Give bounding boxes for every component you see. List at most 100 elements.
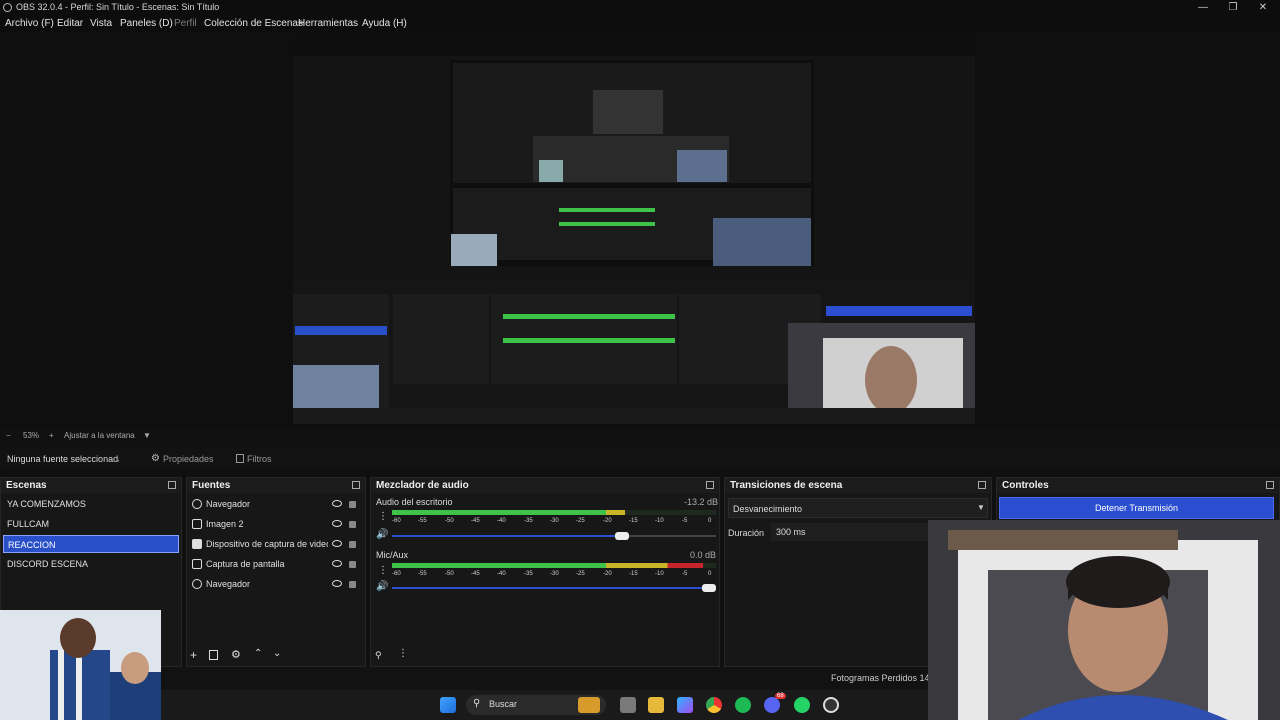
meter-tick-label: -40	[497, 571, 506, 577]
transition-select-value: Desvanecimiento	[733, 504, 803, 514]
undock-icon[interactable]	[706, 481, 714, 489]
transitions-title: Transiciones de escena	[725, 478, 991, 493]
kebab-menu-icon[interactable]: ⋮	[378, 511, 388, 522]
title-bar: OBS 32.0.4 - Perfil: Sin Título - Escena…	[0, 0, 1280, 15]
undock-icon[interactable]	[1266, 481, 1274, 489]
gear-icon[interactable]: ⚙	[231, 648, 241, 661]
duration-value: 300 ms	[776, 527, 806, 537]
speaker-icon[interactable]: 🔊	[376, 581, 388, 592]
volume-handle-mic[interactable]	[702, 584, 716, 592]
widget-icon	[578, 697, 600, 713]
globe-icon	[192, 579, 202, 589]
meter-tick-label: -25	[576, 571, 585, 577]
scene-item-ya-comenzamos[interactable]: YA COMENZAMOS	[3, 495, 179, 513]
lock-icon[interactable]	[349, 581, 356, 588]
undock-icon[interactable]	[352, 481, 360, 489]
level-fill-desktop	[392, 510, 625, 515]
maximize-button[interactable]: ❐	[1218, 1, 1248, 14]
meter-tick-label: 0	[708, 518, 712, 524]
speaker-icon[interactable]: 🔊	[376, 529, 388, 540]
eye-icon[interactable]	[332, 520, 342, 527]
close-button[interactable]: ✕	[1248, 1, 1278, 14]
lock-icon[interactable]	[349, 541, 356, 548]
menu-perfil[interactable]: Perfil	[174, 18, 197, 29]
stop-stream-button[interactable]: Detener Transmisión	[999, 497, 1274, 519]
menu-ayuda[interactable]: Ayuda (H)	[362, 18, 407, 29]
meter-tick-label: -40	[497, 518, 506, 524]
duration-input[interactable]: 300 ms	[771, 523, 931, 541]
windows-start-icon[interactable]	[440, 697, 456, 713]
copilot-icon[interactable]	[677, 697, 693, 713]
taskbar-search[interactable]: ⚲ Buscar	[466, 695, 606, 715]
fit-window-select[interactable]: Ajustar a la ventana	[64, 431, 135, 440]
eye-icon[interactable]	[332, 500, 342, 507]
controls-title: Controles	[997, 478, 1279, 493]
zoom-bar: − 53% + Ajustar a la ventana ▼	[0, 429, 1280, 443]
spotify-icon[interactable]	[735, 697, 751, 713]
menu-paneles[interactable]: Paneles (D)	[120, 18, 173, 29]
undock-icon[interactable]	[978, 481, 986, 489]
eye-icon[interactable]	[332, 540, 342, 547]
eye-icon[interactable]	[332, 560, 342, 567]
scene-item-fullcam[interactable]: FULLCAM	[3, 515, 179, 533]
menu-herramientas[interactable]: Herramientas	[298, 18, 358, 29]
source-label: Navegador	[206, 499, 251, 509]
zoom-in-button[interactable]: +	[49, 431, 54, 440]
chrome-icon[interactable]	[706, 697, 722, 713]
transition-select[interactable]: Desvanecimiento ▼	[728, 498, 988, 518]
discord-icon[interactable]	[764, 697, 780, 713]
menu-vista[interactable]: Vista	[90, 18, 112, 29]
meter-tick-label: -20	[603, 571, 612, 577]
move-up-icon[interactable]: ⌃	[254, 648, 262, 659]
source-item[interactable]: Captura de pantalla	[189, 555, 364, 573]
trash-icon[interactable]	[209, 650, 218, 660]
properties-button[interactable]: Propiedades	[163, 454, 214, 464]
eye-icon[interactable]	[332, 580, 342, 587]
source-item[interactable]: Dispositivo de captura de video	[189, 535, 364, 553]
obs-icon[interactable]	[823, 697, 839, 713]
lock-icon[interactable]	[349, 521, 356, 528]
filters-button[interactable]: Filtros	[247, 454, 272, 464]
kebab-menu-icon[interactable]: ⋮	[398, 648, 408, 659]
chevron-down-icon[interactable]: ▼	[143, 431, 151, 440]
source-label: Imagen 2	[206, 519, 244, 529]
lock-icon[interactable]	[349, 501, 356, 508]
volume-handle-desktop[interactable]	[615, 532, 629, 540]
source-label: Captura de pantalla	[206, 559, 285, 569]
meter-tick-label: -30	[550, 571, 559, 577]
menu-coleccion-escenas[interactable]: Colección de Escenas	[204, 18, 303, 29]
window-title: OBS 32.0.4 - Perfil: Sin Título - Escena…	[16, 2, 220, 12]
image-icon	[192, 519, 202, 529]
kebab-menu-icon[interactable]: ⋮	[378, 565, 388, 576]
whatsapp-icon[interactable]	[794, 697, 810, 713]
source-item[interactable]: Navegador	[189, 575, 364, 593]
monitor-icon	[192, 559, 202, 569]
move-down-icon[interactable]: ⌄	[273, 648, 281, 659]
webcam-overlay-image	[928, 520, 1280, 720]
add-source-button[interactable]: +	[190, 648, 197, 662]
minimize-button[interactable]: —	[1188, 1, 1218, 14]
source-item[interactable]: Navegador	[189, 495, 364, 513]
lock-icon[interactable]	[349, 561, 356, 568]
no-source-label: Ninguna fuente seleccionada	[7, 454, 119, 464]
meter-tick-label: -45	[471, 518, 480, 524]
volume-fill-desktop	[392, 535, 629, 537]
menu-editar[interactable]: Editar	[57, 18, 83, 29]
meter-tick-label: -60	[392, 518, 401, 524]
obs-logo-icon	[3, 3, 12, 12]
task-view-icon[interactable]	[620, 697, 636, 713]
undock-icon[interactable]	[168, 481, 176, 489]
filter-icon	[236, 454, 244, 463]
meter-tick-label: -15	[629, 518, 638, 524]
channel-name: Mic/Aux	[376, 550, 409, 560]
source-item[interactable]: Imagen 2	[189, 515, 364, 533]
scene-item-discord-escena[interactable]: DISCORD ESCENA	[3, 555, 179, 573]
zoom-out-button[interactable]: −	[6, 431, 11, 440]
volume-fill-mic	[392, 587, 716, 589]
file-explorer-icon[interactable]	[648, 697, 664, 713]
scene-item-reaccion[interactable]: REACCION	[3, 535, 179, 553]
mixer-title: Mezclador de audio	[371, 478, 719, 493]
link-icon[interactable]: ⚲	[375, 650, 382, 661]
program-preview[interactable]	[293, 38, 975, 424]
menu-archivo[interactable]: Archivo (F)	[5, 18, 54, 29]
